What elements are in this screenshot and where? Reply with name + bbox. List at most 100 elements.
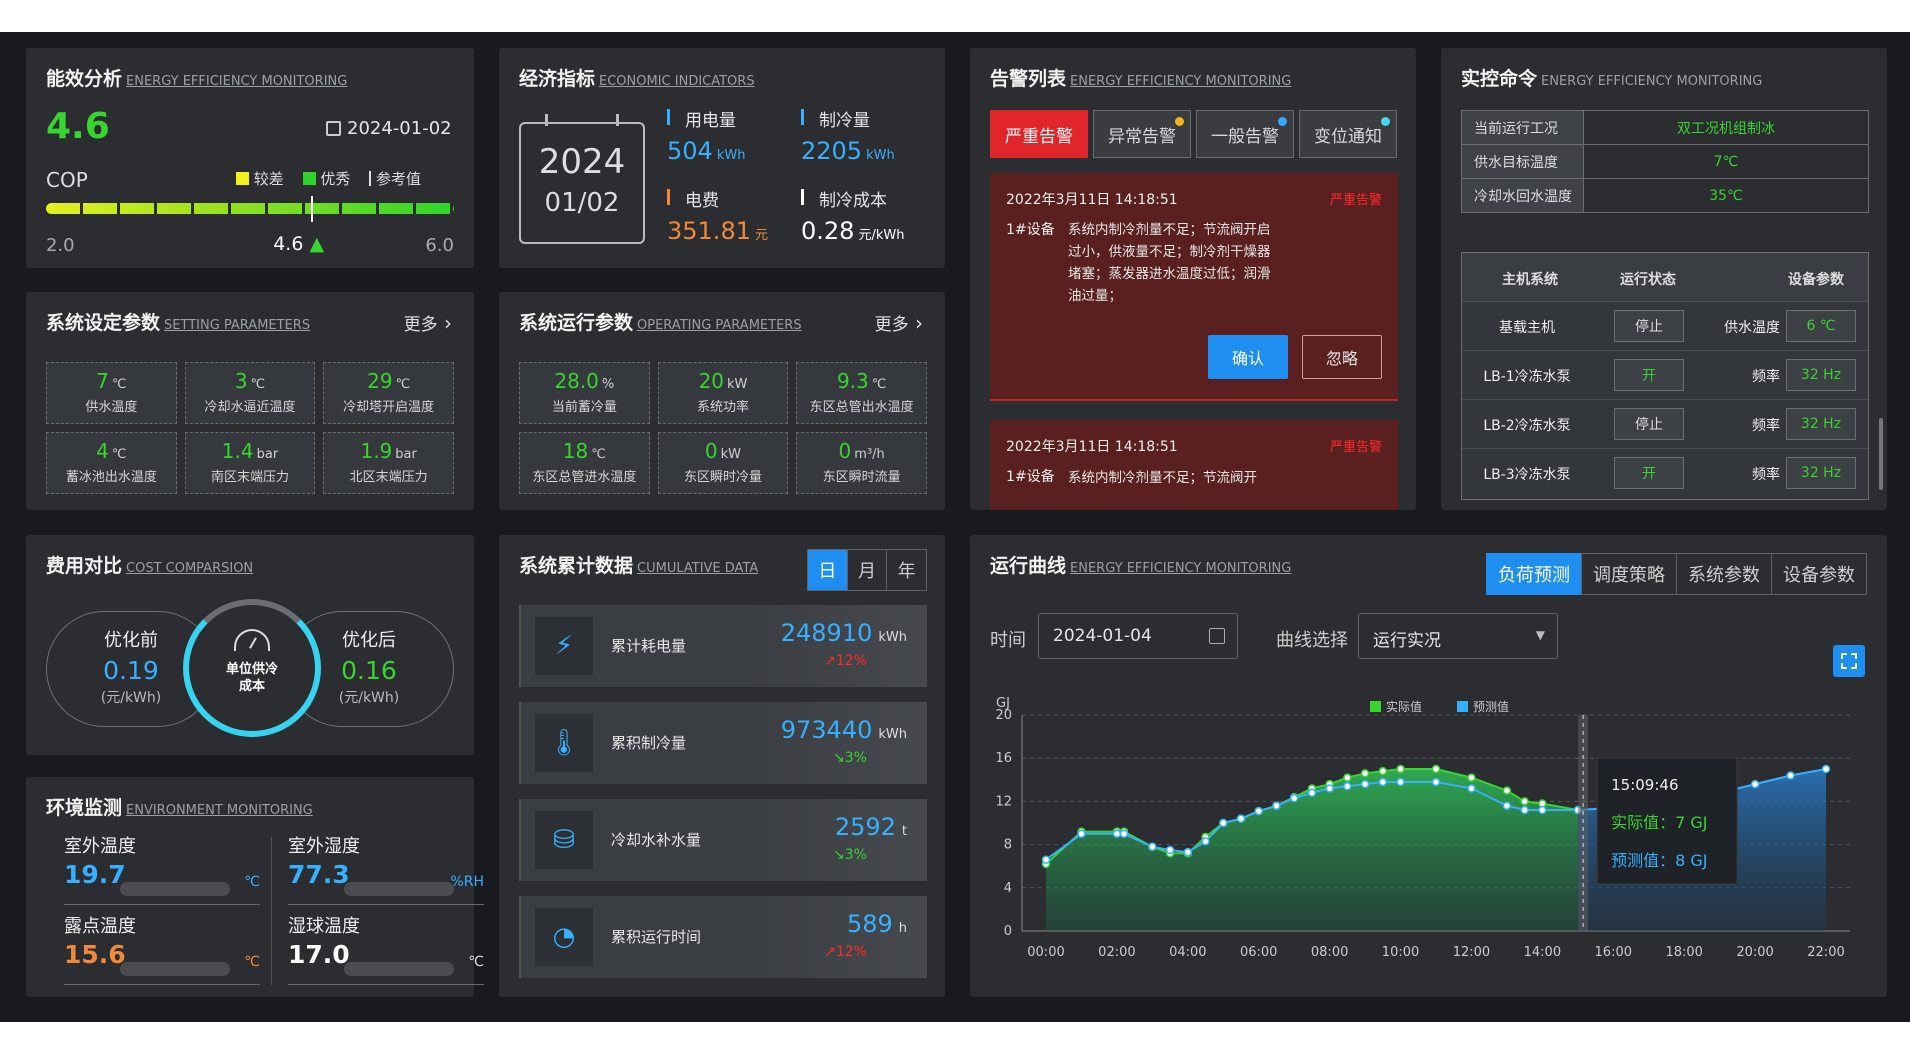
tooltip-actual: 实际值：7 GJ bbox=[1611, 813, 1707, 832]
operating-more-link[interactable]: 更多 bbox=[875, 310, 923, 335]
actual-point bbox=[1502, 786, 1512, 795]
forecast-point bbox=[1821, 764, 1831, 774]
tab-abnormal-alarm[interactable]: 异常告警 bbox=[1093, 110, 1191, 158]
tab-load-forecast[interactable]: 负荷预测 bbox=[1486, 553, 1582, 595]
ignore-button[interactable]: 忽略 bbox=[1302, 335, 1382, 379]
tab-position-label: 变位通知 bbox=[1314, 126, 1382, 147]
tab-dispatch-strategy[interactable]: 调度策略 bbox=[1581, 553, 1677, 595]
efficiency-title: 能效分析 ENERGY EFFICIENCY MONITORING bbox=[46, 68, 348, 90]
legend-actual-swatch bbox=[1370, 701, 1381, 712]
confirm-button[interactable]: 确认 bbox=[1208, 335, 1288, 379]
actual-point bbox=[1467, 773, 1476, 782]
setting-more-link[interactable]: 更多 bbox=[404, 310, 452, 335]
cumulative-row: ⛁ 冷却水补水量 2592 t ↘3% bbox=[519, 799, 927, 881]
economic-value-number: 351.81 bbox=[667, 217, 751, 245]
alarm-text: 系统内制冷剂量不足；节流阀开 bbox=[1068, 470, 1257, 486]
env-item: 露点温度 15.6 ℃ bbox=[64, 912, 260, 992]
param-unit: ℃ bbox=[591, 447, 606, 462]
param-value: 1.9 bar bbox=[324, 439, 453, 463]
period-day-button[interactable]: 日 bbox=[808, 550, 847, 590]
param-cell: 3 ℃ 冷却水逼近温度 bbox=[184, 362, 316, 424]
device-param-value: 32 Hz bbox=[1786, 359, 1856, 391]
economic-item: 用电量 504 kWh bbox=[667, 106, 745, 165]
cumulative-value: 248910 kWh bbox=[781, 619, 907, 647]
env-underline bbox=[288, 984, 484, 985]
tab-device-params[interactable]: 设备参数 bbox=[1771, 553, 1867, 595]
alarm-card: 2022年3月11日 14:18:51 严重告警 1#设备 系统内制冷剂量不足；… bbox=[990, 173, 1398, 401]
tab-general-label: 一般告警 bbox=[1211, 126, 1279, 147]
device-param-value: 6 ℃ bbox=[1786, 310, 1856, 342]
badge-dot bbox=[1381, 117, 1390, 126]
economic-label: 制冷量 bbox=[819, 111, 870, 131]
actual-point bbox=[1431, 764, 1441, 774]
device-state-button[interactable]: 开 bbox=[1614, 359, 1684, 391]
device-state-button[interactable]: 开 bbox=[1614, 457, 1684, 489]
param-number: 3 bbox=[234, 369, 248, 393]
param-unit: m³/h bbox=[854, 447, 885, 462]
meter-icon: ⚡ bbox=[535, 617, 593, 675]
curve-select[interactable]: 运行实况 ▼ bbox=[1358, 613, 1558, 659]
economic-item: 制冷量 2205 kWh bbox=[801, 106, 895, 165]
info-row: 供水目标温度 7℃ bbox=[1461, 144, 1869, 179]
info-key: 供水目标温度 bbox=[1461, 144, 1584, 179]
cumulative-unit: t bbox=[901, 824, 907, 839]
param-label: 东区总管出水温度 bbox=[809, 400, 914, 415]
tooltip-time: 15:09:46 bbox=[1611, 776, 1678, 794]
env-name: 露点温度 bbox=[64, 916, 136, 937]
device-row: LB-2冷冻水泵 停止 频率 32 Hz bbox=[1462, 399, 1868, 448]
legend-poor: 较差 bbox=[253, 170, 284, 188]
param-number: 4 bbox=[96, 439, 109, 463]
device-state-button[interactable]: 停止 bbox=[1614, 310, 1684, 342]
env-unit: ℃ bbox=[244, 874, 260, 890]
device-param-name: 频率 bbox=[1752, 418, 1780, 434]
cost-title: 费用对比 COST COMPARSION bbox=[46, 555, 254, 577]
tab-severe-alarm[interactable]: 严重告警 bbox=[990, 110, 1088, 158]
date-picker-value: 2024-01-04 bbox=[1053, 626, 1152, 646]
cumulative-number: 973440 bbox=[780, 716, 873, 744]
param-unit: % bbox=[601, 377, 615, 392]
control-info-table: 当前运行工况 双工况机组制冰 供水目标温度 7℃ 冷却水回水温度 35℃ bbox=[1461, 110, 1869, 213]
param-label: 东区总管进水温度 bbox=[532, 470, 637, 485]
cop-max: 6.0 bbox=[425, 235, 454, 256]
cumulative-trend: ↗12% bbox=[824, 944, 867, 960]
param-number: 7 bbox=[96, 369, 109, 393]
forecast-point bbox=[1112, 829, 1122, 839]
param-cell: 0 kW 东区瞬时冷量 bbox=[657, 432, 789, 494]
device-state-button[interactable]: 停止 bbox=[1614, 408, 1684, 440]
tab-general-alarm[interactable]: 一般告警 bbox=[1196, 110, 1294, 158]
fullscreen-icon[interactable] bbox=[1833, 645, 1865, 677]
cost-center-label: 单位供冷成本 bbox=[225, 662, 278, 694]
setting-grid: 7 ℃ 供水温度 3 ℃ 冷却水逼近温度 29 ℃ 冷却塔开启温度 4 ℃ 蓄冰池出水温度 1.4 bar… bbox=[46, 362, 454, 494]
env-underline bbox=[64, 984, 260, 985]
device-table-header: 主机系统 运行状态 设备参数 bbox=[1462, 253, 1868, 301]
operating-title: 系统运行参数 OPERATING PARAMETERS bbox=[519, 312, 802, 334]
economic-value: 2205 kWh bbox=[801, 137, 895, 165]
legend-actual: 实际值 bbox=[1386, 699, 1422, 714]
forecast-point bbox=[1219, 818, 1228, 828]
forecast-point bbox=[1786, 771, 1795, 780]
env-underline bbox=[64, 904, 260, 905]
environment-panel: 环境监测 ENVIRONMENT MONITORING 室外温度 19.7 ℃ 室外湿度… bbox=[26, 777, 484, 997]
period-year-button[interactable]: 年 bbox=[886, 550, 926, 590]
scrollbar-thumb[interactable] bbox=[1879, 418, 1883, 490]
legend-ref-mark bbox=[369, 171, 372, 186]
date-picker[interactable]: 2024-01-04 bbox=[1038, 613, 1238, 659]
forecast-point bbox=[1360, 779, 1370, 789]
calendar-year: 2024 bbox=[538, 142, 626, 182]
forecast-point bbox=[1289, 793, 1299, 803]
param-cell: 1.9 bar 北区末端压力 bbox=[323, 432, 454, 494]
cumulative-unit: kWh bbox=[878, 727, 907, 742]
economic-marker bbox=[801, 109, 804, 125]
curve-select-value: 运行实况 bbox=[1373, 631, 1441, 651]
curve-select-label: 曲线选择 bbox=[1276, 630, 1348, 651]
env-value: 15.6 bbox=[64, 940, 126, 969]
setting-panel: 系统设定参数SETTING PARAMETERS 更多 7℃供水温度3℃冷却水逼… bbox=[26, 292, 474, 510]
tab-position-notice[interactable]: 变位通知 bbox=[1299, 110, 1397, 158]
control-panel: 实控命令 ENERGY EFFICIENCY MONITORING 当前运行工况双… bbox=[1441, 48, 1887, 510]
param-value: 4 ℃ bbox=[47, 439, 176, 463]
forecast-point bbox=[1378, 777, 1388, 787]
period-month-button[interactable]: 月 bbox=[846, 550, 887, 590]
forecast-point bbox=[1254, 806, 1263, 816]
curve-title: 运行曲线 ENERGY EFFICIENCY MONITORING bbox=[990, 555, 1292, 577]
tab-system-params[interactable]: 系统参数 bbox=[1676, 553, 1772, 595]
